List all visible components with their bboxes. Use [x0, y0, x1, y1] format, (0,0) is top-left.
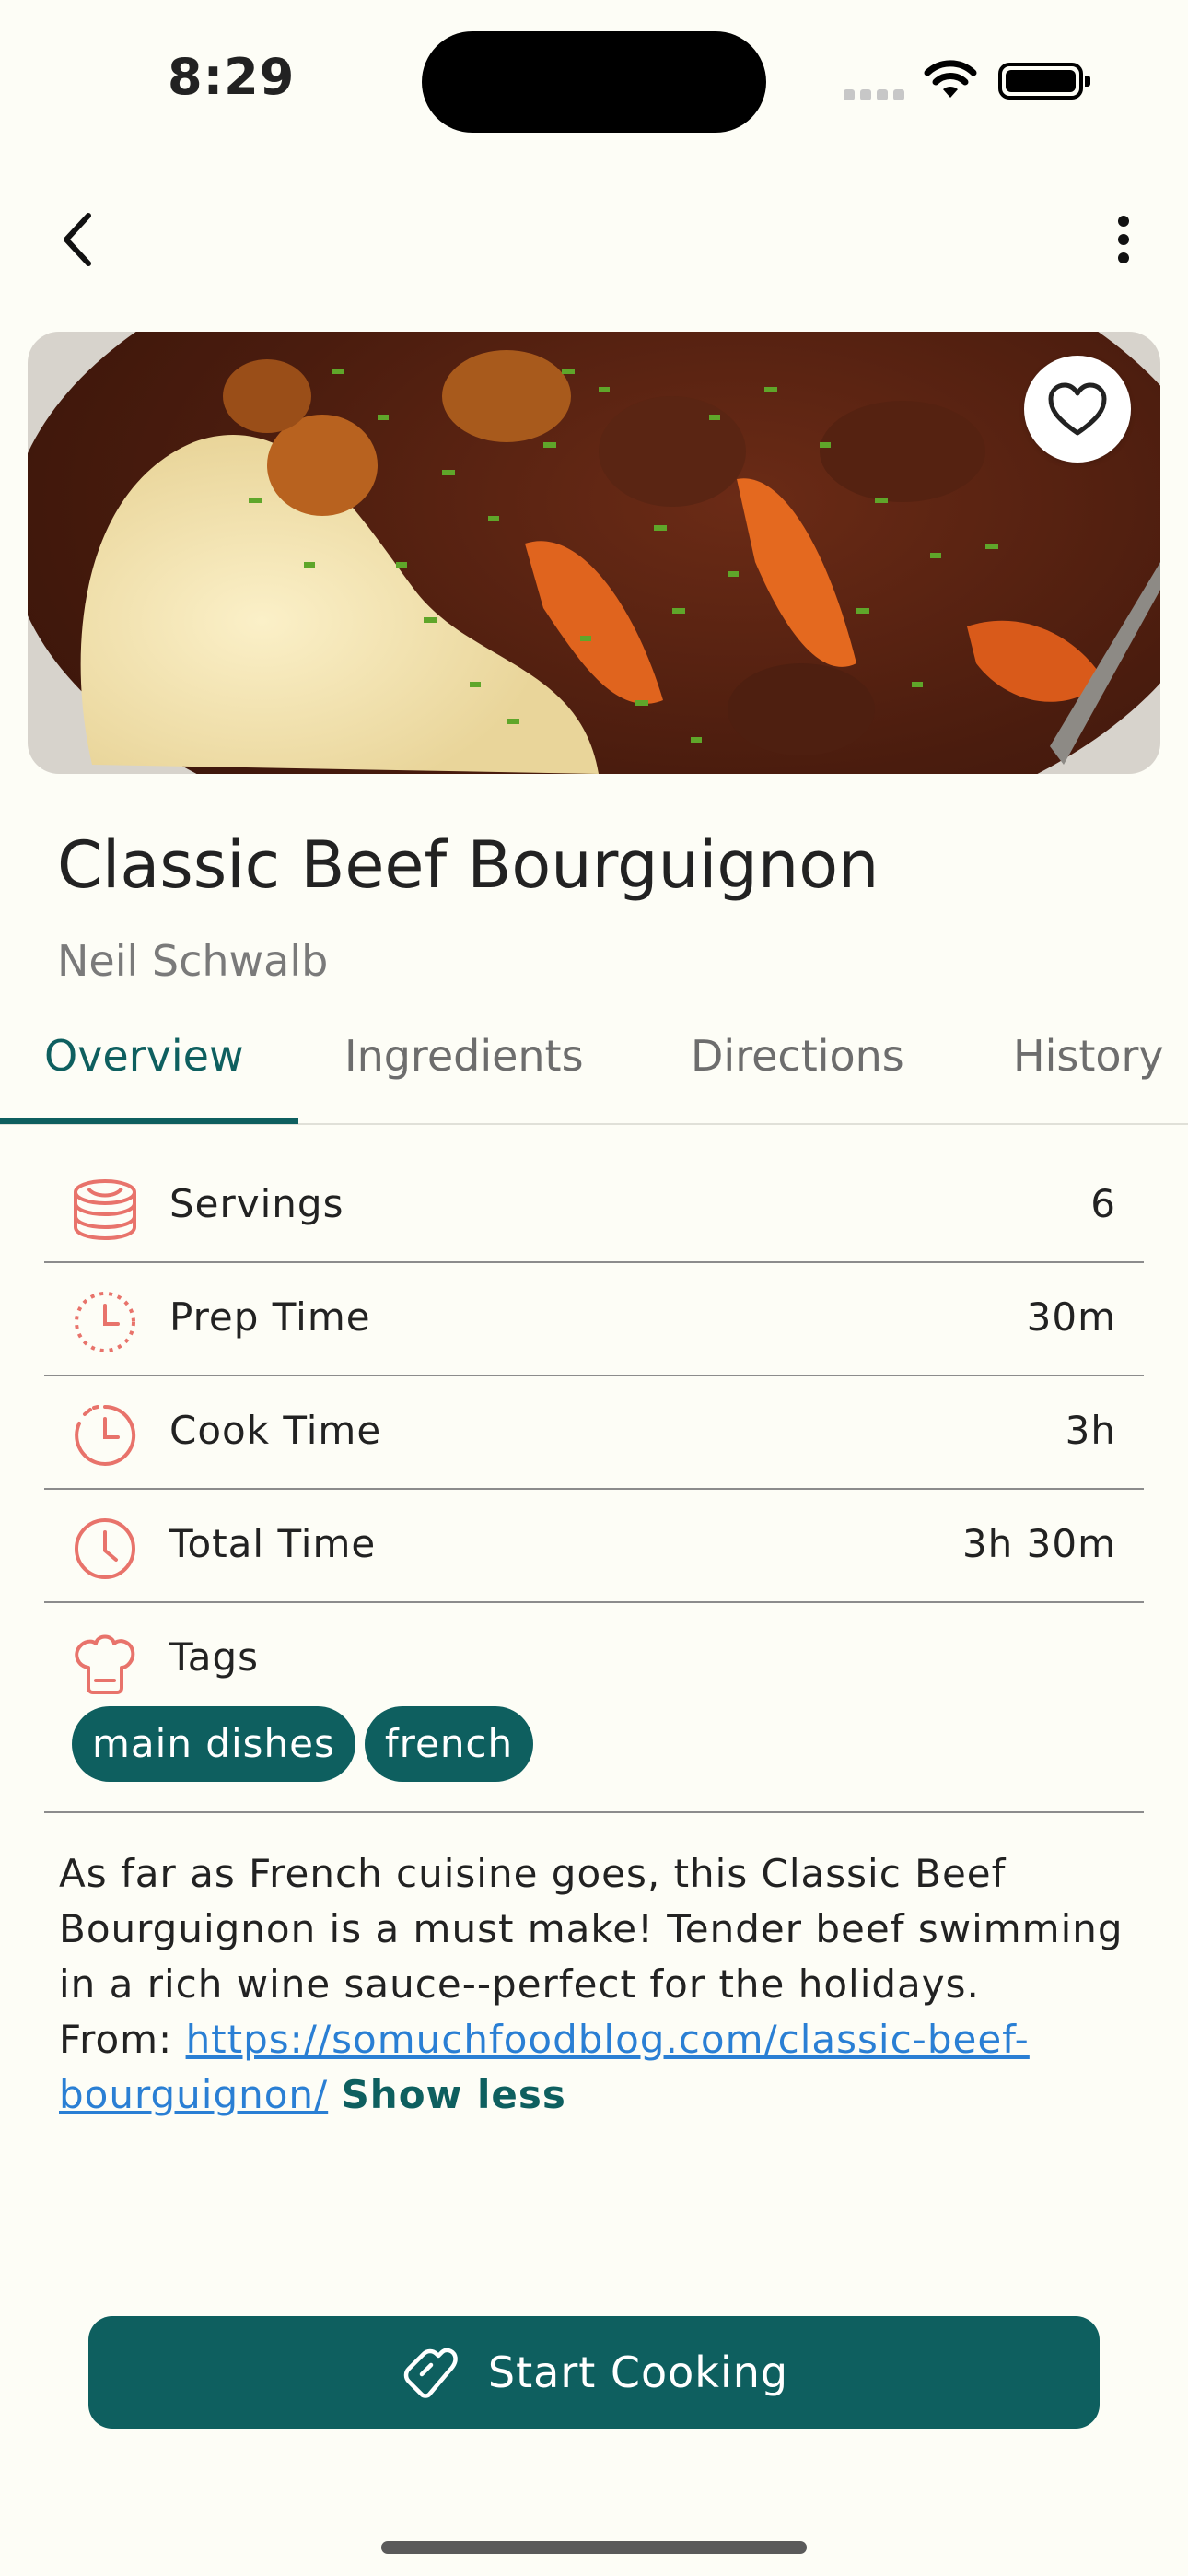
tab-history[interactable]: History	[1013, 1023, 1164, 1089]
prep-time-icon	[75, 1292, 135, 1352]
start-cooking-button[interactable]: Start Cooking	[88, 2316, 1100, 2429]
servings-row: Servings 6	[44, 1150, 1144, 1263]
tag-chip[interactable]: main dishes	[72, 1706, 355, 1782]
tab-overview[interactable]: Overview	[44, 1023, 244, 1089]
active-tab-indicator	[0, 1118, 298, 1124]
recipe-screen: 8:29 Classic Beef Bourguignon Neil Schwa…	[0, 0, 1188, 2576]
tab-directions[interactable]: Directions	[691, 1023, 904, 1089]
servings-icon	[74, 1179, 136, 1241]
more-options-button[interactable]	[1098, 207, 1149, 272]
show-less-link[interactable]: Show less	[342, 2072, 566, 2117]
favorite-button[interactable]	[1024, 356, 1131, 463]
cellular-signal-icon	[844, 87, 910, 104]
total-time-value: 3h 30m	[961, 1521, 1116, 1566]
status-time: 8:29	[168, 48, 296, 106]
recipe-tabs: Overview Ingredients Directions History	[0, 1023, 1188, 1126]
servings-label: Servings	[169, 1181, 344, 1226]
start-cooking-label: Start Cooking	[487, 2348, 789, 2397]
tags-chips: main dishes french	[72, 1706, 534, 1782]
tags-section: Tags main dishes french	[44, 1603, 1144, 1813]
heart-hand-icon	[403, 2348, 458, 2398]
tag-chip[interactable]: french	[364, 1706, 534, 1782]
more-vertical-icon	[1118, 216, 1129, 263]
prep-time-value: 30m	[1026, 1294, 1116, 1340]
cook-time-value: 3h	[1065, 1408, 1116, 1453]
battery-icon	[998, 63, 1090, 100]
recipe-author: Neil Schwalb	[57, 936, 329, 986]
wifi-icon	[924, 60, 977, 98]
prep-time-label: Prep Time	[169, 1294, 371, 1340]
total-time-icon	[75, 1518, 135, 1579]
description-text: As far as French cuisine goes, this Clas…	[59, 1851, 1124, 2007]
chevron-left-icon	[64, 213, 91, 266]
tab-ingredients[interactable]: Ingredients	[344, 1023, 584, 1089]
recipe-title: Classic Beef Bourguignon	[57, 827, 879, 903]
dynamic-island	[422, 31, 766, 133]
cook-time-icon	[75, 1404, 136, 1466]
back-button[interactable]	[50, 203, 105, 276]
source-label: From:	[59, 2017, 186, 2062]
chef-hat-icon	[75, 1634, 135, 1694]
tags-label: Tags	[169, 1634, 259, 1680]
home-indicator[interactable]	[381, 2541, 807, 2554]
heart-icon	[1048, 382, 1107, 436]
recipe-description: As far as French cuisine goes, this Clas…	[59, 1846, 1146, 2123]
prep-time-row: Prep Time 30m	[44, 1263, 1144, 1376]
servings-value: 6	[1090, 1181, 1116, 1226]
total-time-row: Total Time 3h 30m	[44, 1490, 1144, 1603]
total-time-label: Total Time	[169, 1521, 377, 1566]
cook-time-row: Cook Time 3h	[44, 1376, 1144, 1490]
recipe-photo	[28, 332, 1160, 774]
cook-time-label: Cook Time	[169, 1408, 382, 1453]
